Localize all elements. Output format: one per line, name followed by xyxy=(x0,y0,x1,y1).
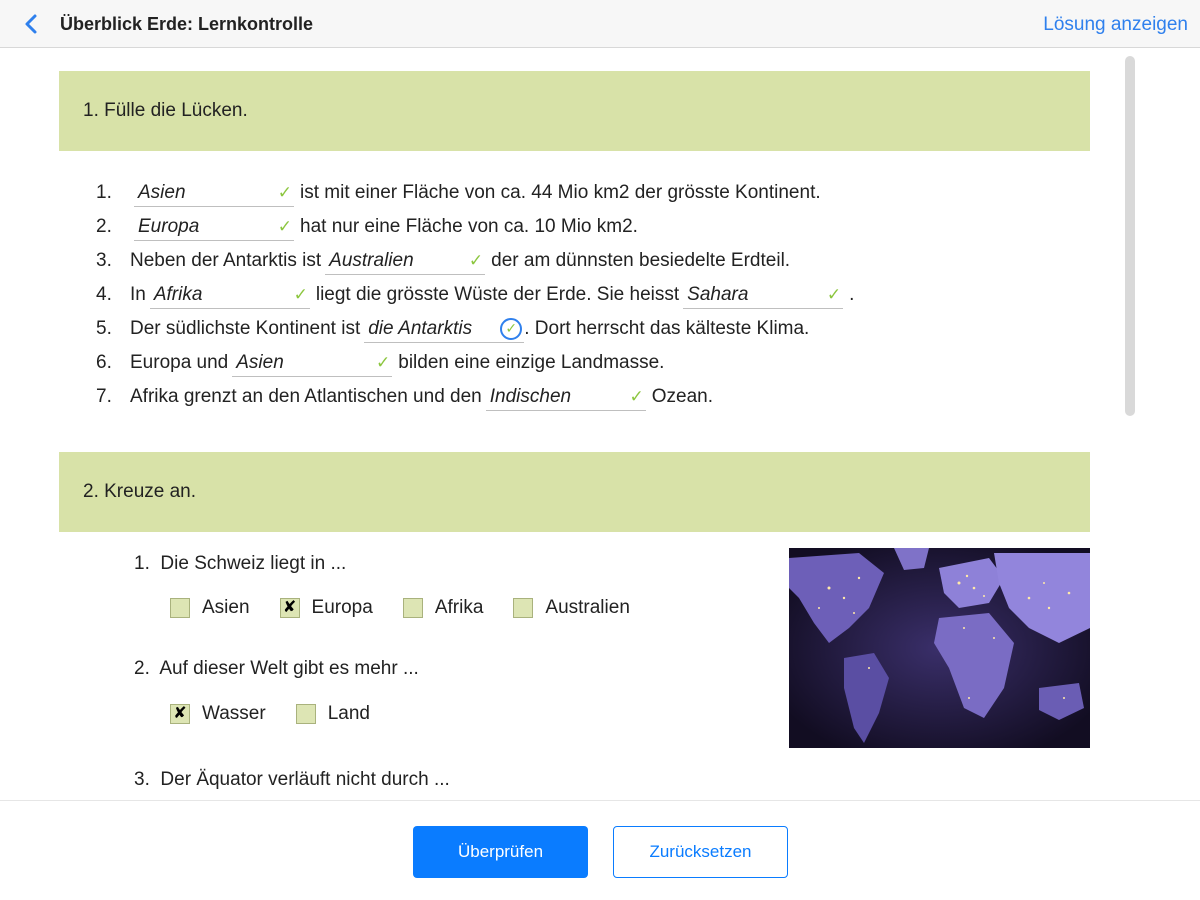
answer-value: Afrika xyxy=(153,283,203,305)
check-circle-icon: ✓ xyxy=(500,317,523,340)
option-land[interactable]: Land xyxy=(295,703,370,725)
option-label: Wasser xyxy=(202,703,266,724)
answer-field[interactable]: Asien ✓ xyxy=(232,349,393,377)
scrollbar[interactable] xyxy=(1125,56,1135,416)
option-australien[interactable]: Australien xyxy=(513,597,630,619)
answer-value: die Antarktis xyxy=(368,317,473,339)
world-map-icon xyxy=(789,548,1090,748)
check-button[interactable]: Überprüfen xyxy=(413,826,588,878)
list-item: 2. Europa ✓ hat nur eine Fläche von ca. … xyxy=(96,210,854,244)
answer-value: Europa xyxy=(138,215,200,237)
question-text: Die Schweiz liegt in ... xyxy=(160,553,347,574)
checkbox[interactable] xyxy=(513,598,534,618)
sentence-text: Neben der Antarktis ist xyxy=(130,250,322,271)
option-label: Europa xyxy=(311,597,373,618)
check-icon: ✓ xyxy=(277,182,292,202)
answer-field[interactable]: Sahara ✓ xyxy=(683,281,844,309)
sentence-text: liegt die grösste Wüste der Erde. Sie he… xyxy=(315,284,680,305)
section-header-check: 2. Kreuze an. xyxy=(59,452,1090,532)
check-icon: ✓ xyxy=(629,386,644,406)
option-wasser[interactable]: ✘ Wasser xyxy=(170,703,266,725)
answer-field[interactable]: Asien ✓ xyxy=(134,179,294,207)
answer-value: Australien xyxy=(329,249,414,271)
option-asien[interactable]: Asien xyxy=(170,597,250,619)
question-3: 3. Der Äquator verläuft nicht durch ... xyxy=(134,769,450,791)
answer-value: Sahara xyxy=(687,283,749,305)
check-icon: ✓ xyxy=(277,216,292,236)
checkbox-checked[interactable]: ✘ xyxy=(279,598,300,618)
checkbox-checked[interactable]: ✘ xyxy=(170,704,190,724)
answer-field[interactable]: Australien ✓ xyxy=(325,247,486,275)
question-1: 1. Die Schweiz liegt in ... xyxy=(134,553,346,575)
list-item: 7. Afrika grenzt an den Atlantischen und… xyxy=(96,380,854,414)
option-europa[interactable]: ✘ Europa xyxy=(279,597,373,619)
chevron-left-icon xyxy=(25,14,37,34)
question-2-options: ✘ Wasser Land xyxy=(170,703,400,725)
check-icon: ✓ xyxy=(468,250,484,270)
answer-field[interactable]: Europa ✓ xyxy=(134,213,294,241)
item-number: 7. xyxy=(96,386,112,407)
list-item: 5. Der südlichste Kontinent ist die Anta… xyxy=(96,312,854,346)
world-night-map-image xyxy=(789,548,1090,748)
option-label: Land xyxy=(327,703,370,724)
top-bar: Überblick Erde: Lernkontrolle Lösung anz… xyxy=(0,0,1200,48)
sentence-text: Ozean. xyxy=(651,386,714,407)
item-number: 6. xyxy=(96,352,112,373)
sentence-text: Afrika grenzt an den Atlantischen und de… xyxy=(130,386,482,407)
option-label: Australien xyxy=(545,597,630,618)
sentence-text: In xyxy=(130,284,146,305)
sentence-text: bilden eine einzige Landmasse. xyxy=(398,352,665,373)
option-label: Asien xyxy=(202,597,250,618)
item-number: 4. xyxy=(96,284,112,305)
fill-gaps-list: 1. Asien ✓ ist mit einer Fläche von ca. … xyxy=(96,176,854,414)
show-solution-link[interactable]: Lösung anzeigen xyxy=(1043,14,1188,36)
list-item: 3. Neben der Antarktis ist Australien ✓ … xyxy=(96,244,854,278)
sentence-text: . Dort herrscht das kälteste Klima. xyxy=(524,318,810,339)
question-number: 2. xyxy=(134,658,150,679)
sentence-text: ist mit einer Fläche von ca. 44 Mio km2 … xyxy=(300,182,821,203)
back-button[interactable] xyxy=(20,12,44,36)
exercise-content[interactable]: 1. Fülle die Lücken. 1. Asien ✓ ist mit … xyxy=(0,48,1200,800)
list-item: 4. In Afrika ✓ liegt die grösste Wüste d… xyxy=(96,278,854,312)
checkbox[interactable] xyxy=(170,598,190,618)
sentence-text: . xyxy=(849,284,855,305)
check-icon: ✓ xyxy=(376,352,391,372)
list-item: 1. Asien ✓ ist mit einer Fläche von ca. … xyxy=(96,176,854,210)
answer-value: Asien xyxy=(138,181,186,203)
answer-field[interactable]: Indischen ✓ xyxy=(485,383,646,411)
list-item: 6. Europa und Asien ✓ bilden eine einzig… xyxy=(96,346,854,380)
option-label: Afrika xyxy=(434,597,484,618)
item-number: 3. xyxy=(96,250,112,271)
section-header-fill-gaps: 1. Fülle die Lücken. xyxy=(59,71,1090,151)
question-text: Der Äquator verläuft nicht durch ... xyxy=(160,769,450,790)
item-number: 1. xyxy=(96,182,112,203)
checkbox[interactable] xyxy=(295,704,316,724)
answer-value: Asien xyxy=(236,351,284,373)
item-number: 2. xyxy=(96,216,112,237)
sentence-text: der am dünnsten besiedelte Erdteil. xyxy=(491,250,791,271)
question-2: 2. Auf dieser Welt gibt es mehr ... xyxy=(134,658,419,680)
option-afrika[interactable]: Afrika xyxy=(402,597,484,619)
question-number: 1. xyxy=(134,553,150,574)
page-title: Überblick Erde: Lernkontrolle xyxy=(60,14,314,34)
sentence-text: hat nur eine Fläche von ca. 10 Mio km2. xyxy=(300,216,638,237)
question-1-options: Asien ✘ Europa Afrika Australien xyxy=(170,597,660,619)
sentence-text: Der südlichste Kontinent ist xyxy=(130,318,361,339)
answer-field-focused[interactable]: die Antarktis ✓ xyxy=(364,315,525,343)
checkbox[interactable] xyxy=(402,598,423,618)
answer-field[interactable]: Afrika ✓ xyxy=(149,281,310,309)
reset-button[interactable]: Zurücksetzen xyxy=(613,826,788,878)
check-icon: ✓ xyxy=(826,284,842,304)
answer-value: Indischen xyxy=(489,385,572,407)
question-text: Auf dieser Welt gibt es mehr ... xyxy=(159,658,419,679)
item-number: 5. xyxy=(96,318,112,339)
sentence-text: Europa und xyxy=(130,352,229,373)
check-icon: ✓ xyxy=(293,284,308,304)
question-number: 3. xyxy=(134,769,150,790)
bottom-bar: Überprüfen Zurücksetzen xyxy=(0,800,1200,900)
